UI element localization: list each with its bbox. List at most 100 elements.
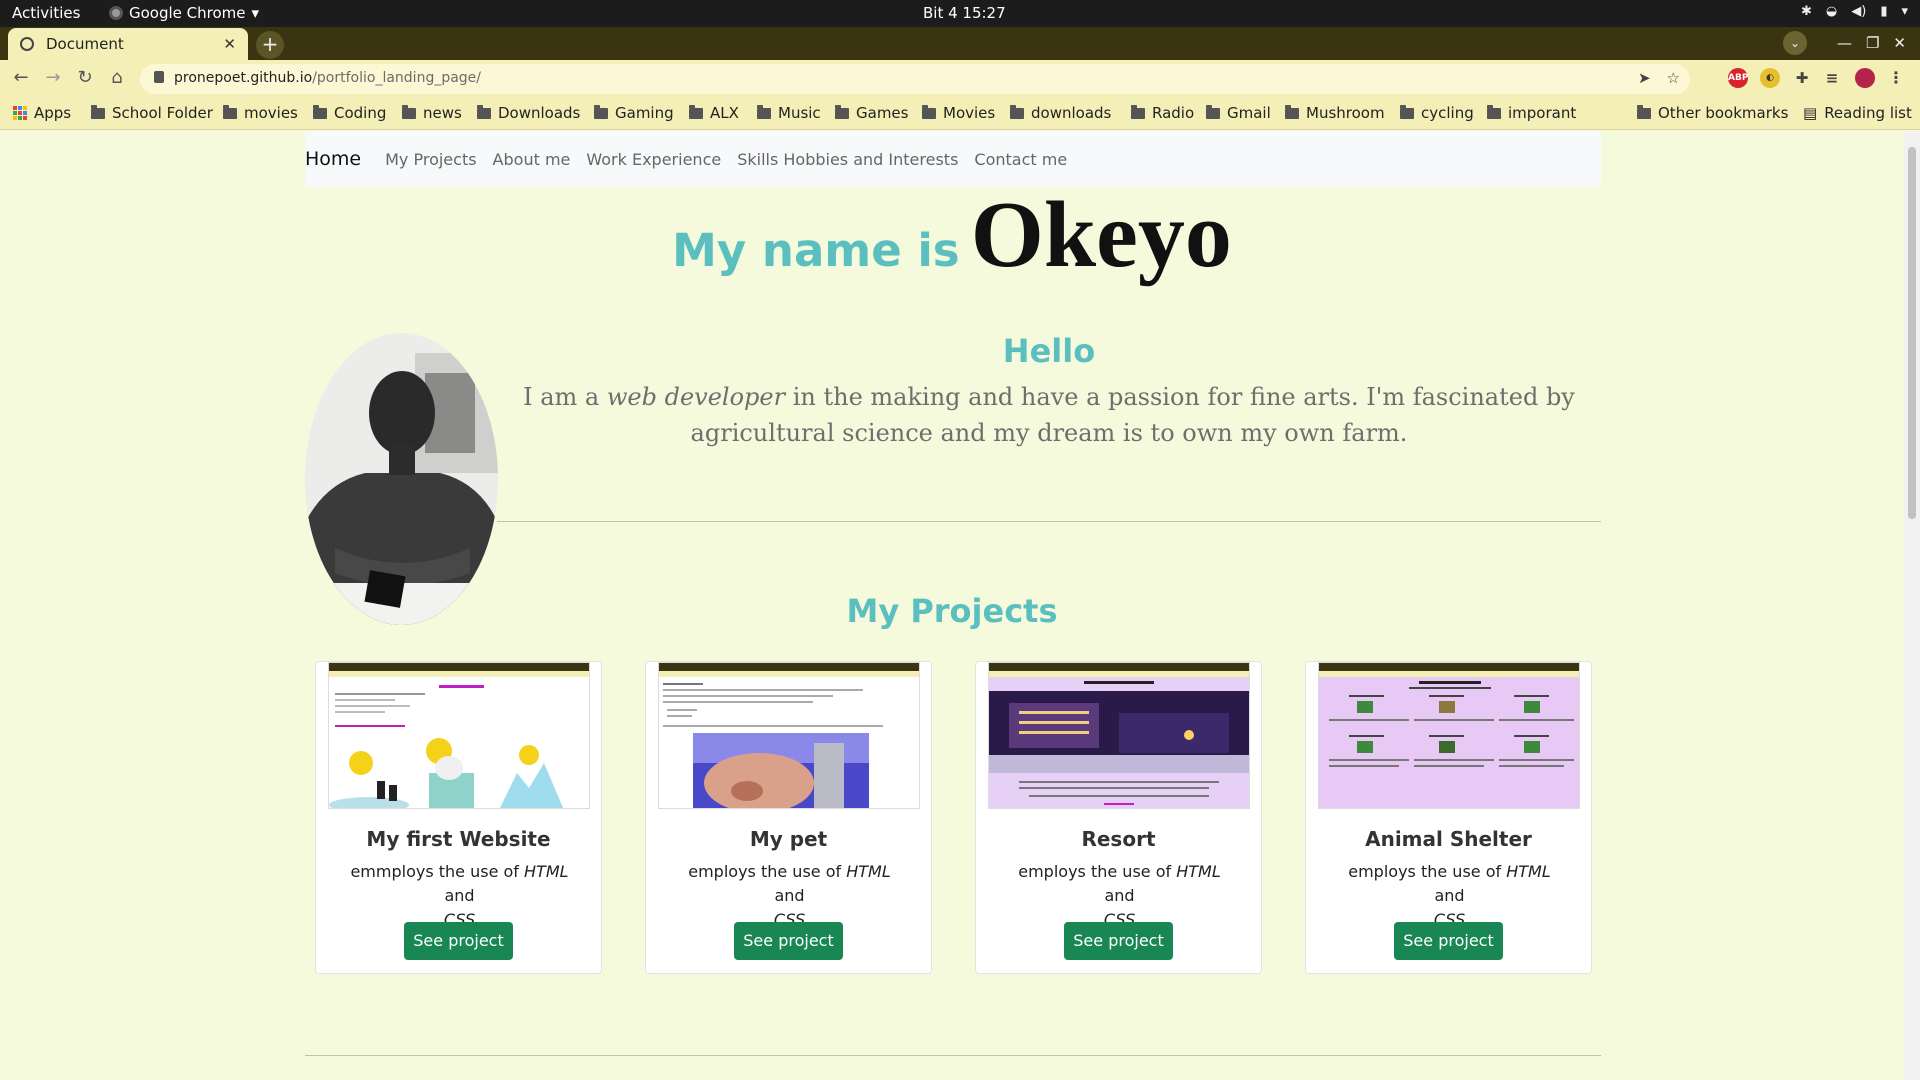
see-project-button[interactable]: See project bbox=[404, 922, 513, 960]
url-text[interactable]: pronepoet.github.io/portfolio_landing_pa… bbox=[174, 70, 481, 86]
page-viewport: Home My Projects About me Work Experienc… bbox=[0, 131, 1904, 1080]
close-tab-icon[interactable]: ✕ bbox=[223, 35, 236, 53]
back-icon[interactable]: ← bbox=[9, 67, 33, 88]
slack-icon[interactable]: ✱ bbox=[1801, 4, 1812, 19]
system-top-bar: Activities Google Chrome ▾ Bit 4 15:27 ✱… bbox=[0, 0, 1920, 27]
profile-avatar[interactable] bbox=[1855, 68, 1875, 88]
nav-link-about-me[interactable]: About me bbox=[493, 150, 571, 169]
bookmark-label: ALX bbox=[710, 104, 739, 122]
app-menu-label: Google Chrome bbox=[129, 4, 246, 22]
page-scrollbar[interactable] bbox=[1904, 131, 1920, 1080]
system-menu-caret-icon[interactable]: ▾ bbox=[1901, 4, 1908, 19]
adblock-plus-icon[interactable]: ABP bbox=[1728, 68, 1748, 88]
nav-link-work-experience[interactable]: Work Experience bbox=[586, 150, 721, 169]
project-thumbnail bbox=[328, 662, 590, 809]
bookmark-folder[interactable]: School Folder bbox=[91, 104, 213, 122]
folder-icon bbox=[1487, 104, 1501, 119]
project-thumbnail bbox=[658, 662, 920, 809]
project-title: My first Website bbox=[366, 827, 551, 851]
bookmark-folder[interactable]: Gaming bbox=[594, 104, 674, 122]
address-bar[interactable]: pronepoet.github.io/portfolio_landing_pa… bbox=[140, 64, 1690, 94]
forward-icon[interactable]: → bbox=[41, 67, 65, 88]
bookmark-folder[interactable]: ALX bbox=[689, 104, 739, 122]
bookmark-label: movies bbox=[244, 104, 298, 122]
tab-search-icon[interactable]: ⌄ bbox=[1782, 31, 1807, 55]
new-tab-button[interactable]: + bbox=[256, 31, 284, 59]
bookmark-label: Apps bbox=[34, 104, 72, 122]
close-window-icon[interactable]: ✕ bbox=[1893, 34, 1906, 52]
reload-icon[interactable]: ↻ bbox=[73, 67, 97, 88]
nav-link-my-projects[interactable]: My Projects bbox=[385, 150, 476, 169]
desc-and: and bbox=[444, 886, 475, 905]
folder-icon bbox=[1285, 104, 1299, 119]
volume-icon[interactable]: ◀) bbox=[1851, 4, 1866, 19]
project-card: Animal Shelter employs the use of HTML a… bbox=[1305, 661, 1592, 974]
bookmark-folder[interactable]: Mushroom bbox=[1285, 104, 1385, 122]
nav-link-contact-me[interactable]: Contact me bbox=[974, 150, 1067, 169]
project-thumbnail bbox=[1318, 662, 1580, 809]
bookmark-star-icon[interactable]: ☆ bbox=[1667, 69, 1680, 87]
desc-html: HTML bbox=[846, 862, 891, 881]
scrollbar-thumb[interactable] bbox=[1908, 147, 1916, 519]
folder-icon bbox=[1010, 104, 1024, 119]
bookmark-label: Downloads bbox=[498, 104, 581, 122]
bookmark-folder[interactable]: Downloads bbox=[477, 104, 580, 122]
bookmark-folder[interactable]: Music bbox=[757, 104, 821, 122]
bookmark-folder[interactable]: movies bbox=[223, 104, 298, 122]
bookmark-folder[interactable]: news bbox=[402, 104, 462, 122]
other-bookmarks[interactable]: Other bookmarks bbox=[1637, 104, 1788, 122]
browser-tab[interactable]: Document ✕ bbox=[8, 28, 248, 60]
bookmark-folder[interactable]: Coding bbox=[313, 104, 386, 122]
see-project-button[interactable]: See project bbox=[1064, 922, 1173, 960]
system-clock[interactable]: Bit 4 15:27 bbox=[923, 4, 1006, 22]
home-icon[interactable]: ⌂ bbox=[105, 67, 129, 88]
bookmark-label: School Folder bbox=[112, 104, 213, 122]
nav-brand-home[interactable]: Home bbox=[305, 148, 361, 170]
folder-icon bbox=[477, 104, 491, 119]
bookmark-folder[interactable]: Gmail bbox=[1206, 104, 1271, 122]
folder-icon bbox=[402, 104, 416, 119]
system-tray[interactable]: ✱ ◒ ◀) ▮ ▾ bbox=[1801, 4, 1908, 19]
bookmark-folder[interactable]: downloads bbox=[1010, 104, 1111, 122]
activities-button[interactable]: Activities bbox=[12, 4, 80, 22]
chrome-menu-icon[interactable]: ⋮ bbox=[1886, 68, 1906, 88]
project-card: Resort employs the use of HTML and CSS S… bbox=[975, 661, 1262, 974]
headline-name: Okeyo bbox=[970, 183, 1232, 287]
projects-heading: My Projects bbox=[846, 592, 1058, 630]
globe-icon bbox=[20, 37, 34, 51]
send-icon[interactable]: ➤ bbox=[1638, 69, 1651, 87]
project-title: Resort bbox=[1081, 827, 1156, 851]
maximize-icon[interactable]: ❐ bbox=[1866, 34, 1879, 52]
desc-html: HTML bbox=[1176, 862, 1221, 881]
app-menu[interactable]: Google Chrome ▾ bbox=[109, 4, 259, 22]
bookmark-folder[interactable]: imporant bbox=[1487, 104, 1576, 122]
bookmark-folder[interactable]: Movies bbox=[922, 104, 995, 122]
desc-text: employs the use of bbox=[1348, 862, 1507, 881]
bookmark-label: Movies bbox=[943, 104, 996, 122]
project-thumbnail bbox=[988, 662, 1250, 809]
bookmark-apps[interactable]: Apps bbox=[13, 104, 71, 122]
bookmark-label: news bbox=[423, 104, 462, 122]
battery-icon[interactable]: ▮ bbox=[1880, 4, 1887, 19]
bio-emphasis: web developer bbox=[606, 383, 786, 411]
media-control-icon[interactable]: ≡ bbox=[1822, 68, 1842, 88]
folder-icon bbox=[757, 104, 771, 119]
extension-yellow-icon[interactable]: ◐ bbox=[1760, 68, 1780, 88]
see-project-button[interactable]: See project bbox=[1394, 922, 1503, 960]
lock-icon[interactable] bbox=[154, 71, 164, 83]
bookmark-folder[interactable]: Games bbox=[835, 104, 908, 122]
folder-icon bbox=[1131, 104, 1145, 119]
see-project-button[interactable]: See project bbox=[734, 922, 843, 960]
wifi-icon[interactable]: ◒ bbox=[1826, 4, 1837, 19]
bookmark-folder[interactable]: Radio bbox=[1131, 104, 1194, 122]
desc-and: and bbox=[1434, 886, 1465, 905]
reading-list[interactable]: ▤ Reading list bbox=[1803, 104, 1912, 122]
caret-down-icon: ▾ bbox=[251, 4, 260, 22]
folder-icon bbox=[1206, 104, 1220, 119]
extensions-puzzle-icon[interactable]: ✚ bbox=[1792, 68, 1812, 88]
nav-link-skills-hobbies[interactable]: Skills Hobbies and Interests bbox=[737, 150, 958, 169]
minimize-icon[interactable]: — bbox=[1837, 34, 1852, 52]
desc-text: employs the use of bbox=[688, 862, 847, 881]
apps-grid-icon bbox=[13, 106, 27, 120]
bookmark-folder[interactable]: cycling bbox=[1400, 104, 1474, 122]
